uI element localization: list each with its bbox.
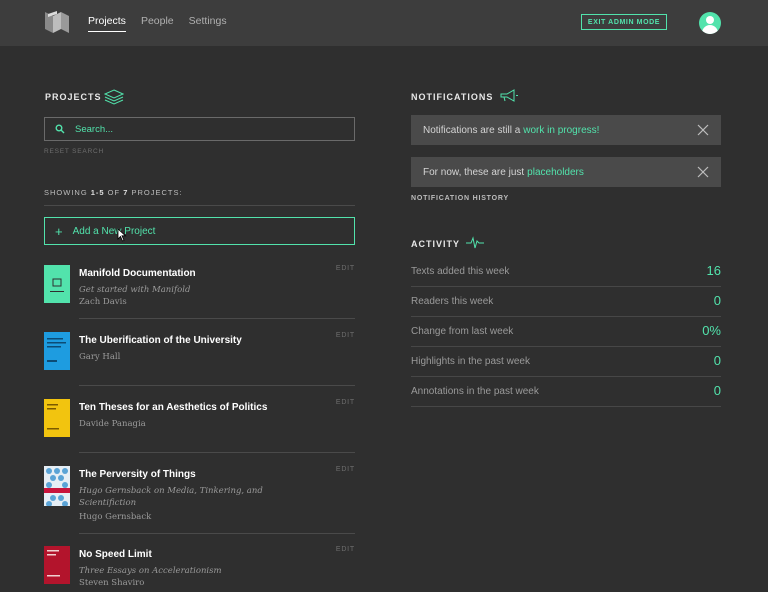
project-author: Davide Panagia (79, 419, 146, 429)
project-cover (44, 265, 70, 303)
project-title[interactable]: The Uberification of the University (79, 335, 242, 346)
nav-projects[interactable]: Projects (88, 15, 126, 32)
project-cover (44, 546, 70, 584)
project-title[interactable]: Ten Theses for an Aesthetics of Politics (79, 402, 267, 413)
close-icon[interactable] (697, 124, 709, 136)
project-title[interactable]: The Perversity of Things (79, 469, 196, 480)
search-input[interactable] (75, 123, 325, 135)
activity-row: Annotations in the past week 0 (411, 377, 721, 407)
manifold-logo-icon[interactable] (44, 10, 70, 34)
activity-row: Highlights in the past week 0 (411, 347, 721, 377)
activity-label: Texts added this week (411, 266, 510, 277)
project-subtitle: Hugo Gernsback on Media, Tinkering, and … (79, 486, 263, 508)
project-list-item[interactable]: No Speed Limit Three Essays on Accelerat… (44, 546, 355, 592)
activity-value: 0 (713, 293, 721, 308)
activity-label: Readers this week (411, 296, 494, 307)
project-cover (44, 332, 70, 370)
project-list-item[interactable]: The Uberification of the University Gary… (44, 332, 355, 386)
activity-value: 16 (706, 263, 721, 278)
project-author: Hugo Gernsback (79, 512, 152, 522)
edit-project-link[interactable]: EDIT (336, 546, 355, 553)
mouse-cursor-icon (117, 228, 127, 242)
edit-project-link[interactable]: EDIT (336, 265, 355, 272)
project-list-item[interactable]: Ten Theses for an Aesthetics of Politics… (44, 399, 355, 453)
divider (79, 385, 355, 386)
exit-admin-mode-button[interactable]: EXIT ADMIN MODE (581, 14, 667, 30)
notification-text: Notifications are still a (423, 124, 521, 136)
project-title[interactable]: No Speed Limit (79, 549, 152, 560)
notification-history-link[interactable]: NOTIFICATION HISTORY (411, 195, 509, 202)
activity-row: Texts added this week 16 (411, 257, 721, 287)
notification-text: For now, these are just (423, 166, 525, 178)
activity-label: Change from last week (411, 326, 514, 337)
reset-search-link[interactable]: RESET SEARCH (44, 148, 104, 155)
project-cover (44, 399, 70, 437)
project-cover (44, 466, 70, 506)
project-title[interactable]: Manifold Documentation (79, 268, 196, 279)
close-icon[interactable] (697, 166, 709, 178)
search-field[interactable] (44, 117, 355, 141)
notification-link[interactable]: work in progress! (523, 125, 599, 136)
activity-label: Highlights in the past week (411, 356, 530, 367)
project-subtitle: Get started with Manifold (79, 285, 191, 295)
divider (79, 318, 355, 319)
search-icon (55, 124, 65, 134)
divider (79, 452, 355, 453)
project-author: Gary Hall (79, 352, 121, 362)
showing-count: SHOWING 1-5 OF 7 PROJECTS: (44, 188, 183, 197)
nav-settings[interactable]: Settings (189, 15, 227, 32)
project-author: Zach Davis (79, 297, 127, 307)
projects-heading: PROJECTS (45, 92, 102, 102)
activity-label: Annotations in the past week (411, 386, 539, 397)
edit-project-link[interactable]: EDIT (336, 466, 355, 473)
project-list-item[interactable]: Manifold Documentation Get started with … (44, 265, 355, 319)
activity-pulse-icon (466, 236, 484, 249)
activity-value: 0 (713, 353, 721, 368)
activity-heading: ACTIVITY (411, 239, 461, 249)
activity-value: 0% (702, 323, 721, 338)
notification-link[interactable]: placeholders (527, 167, 584, 178)
activity-row: Readers this week 0 (411, 287, 721, 317)
project-author: Steven Shaviro (79, 578, 145, 588)
divider (44, 205, 355, 206)
notification-item: Notifications are still a work in progre… (411, 115, 721, 145)
top-bar: Projects People Settings EXIT ADMIN MODE (0, 0, 768, 46)
notification-item: For now, these are just placeholders (411, 157, 721, 187)
edit-project-link[interactable]: EDIT (336, 332, 355, 339)
edit-project-link[interactable]: EDIT (336, 399, 355, 406)
stacked-layers-icon (104, 89, 124, 105)
user-avatar-icon[interactable] (699, 12, 721, 34)
divider (79, 533, 355, 534)
project-subtitle: Three Essays on Accelerationism (79, 566, 222, 576)
activity-value: 0 (713, 383, 721, 398)
project-list-item[interactable]: The Perversity of Things Hugo Gernsback … (44, 466, 355, 534)
megaphone-icon (500, 89, 518, 102)
main-nav: Projects People Settings (88, 15, 242, 32)
notifications-heading: NOTIFICATIONS (411, 92, 494, 102)
add-new-project-button[interactable]: + Add a New Project (44, 217, 355, 245)
activity-row: Change from last week 0% (411, 317, 721, 347)
plus-icon: + (55, 223, 63, 239)
nav-people[interactable]: People (141, 15, 174, 32)
